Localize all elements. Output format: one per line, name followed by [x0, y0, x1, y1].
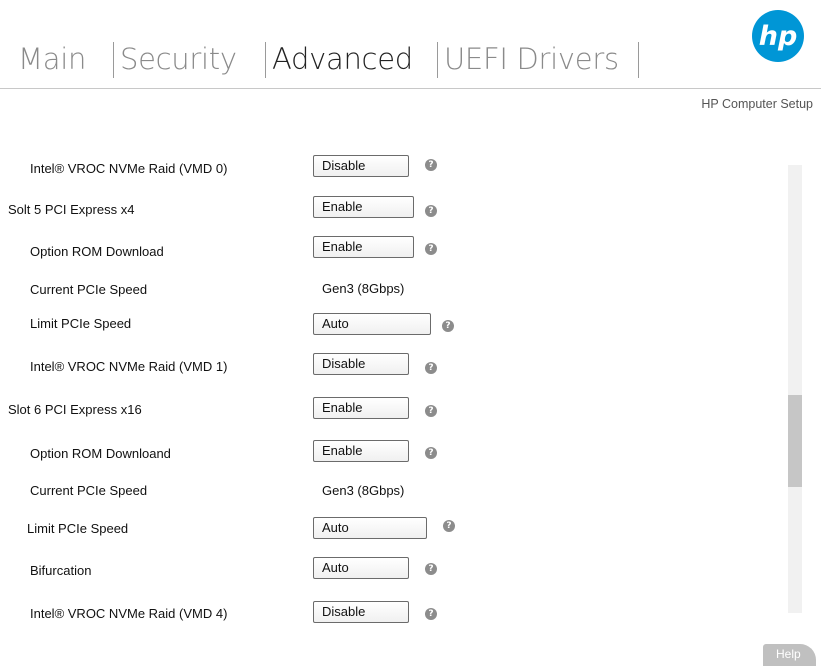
question-mark-icon[interactable]: ? — [425, 159, 437, 171]
hp-logo-icon: hp — [752, 10, 804, 62]
question-mark-icon[interactable]: ? — [442, 320, 454, 332]
setting-label: Slot 6 PCI Express x16 — [8, 402, 142, 417]
app-title: HP Computer Setup — [701, 97, 813, 111]
setting-label: Bifurcation — [30, 563, 92, 578]
header-divider — [0, 88, 821, 89]
setting-label: Limit PCIe Speed — [27, 521, 129, 536]
question-mark-icon[interactable]: ? — [443, 520, 455, 532]
hp-logo-graphic: hp — [759, 21, 798, 52]
setting-dropdown[interactable]: Disable — [313, 155, 409, 177]
setting-label: Current PCIe Speed — [30, 483, 148, 498]
setting-dropdown[interactable]: Disable — [313, 353, 409, 375]
setting-label: Current PCIe Speed — [30, 282, 148, 297]
setting-label: Limit PCIe Speed — [30, 316, 132, 331]
setting-value: Gen3 (8Gbps) — [322, 281, 405, 296]
setting-label: Solt 5 PCI Express x4 — [8, 202, 135, 217]
question-mark-icon[interactable]: ? — [425, 205, 437, 217]
question-mark-icon[interactable]: ? — [425, 362, 437, 374]
setting-dropdown[interactable]: Auto — [313, 557, 409, 579]
scrollbar-track[interactable] — [788, 165, 802, 613]
tab-divider — [638, 42, 639, 78]
tab-security[interactable]: Security — [120, 42, 237, 76]
setting-dropdown[interactable]: Disable — [313, 601, 409, 623]
setting-label: Intel® VROC NVMe Raid (VMD 0) — [30, 161, 228, 176]
tab-main[interactable]: Main — [18, 42, 86, 76]
setting-dropdown[interactable]: Enable — [313, 196, 414, 218]
top-tab-bar: Main Security Advanced UEFI Drivers — [0, 0, 821, 90]
setting-dropdown[interactable]: Auto — [313, 313, 431, 335]
setting-dropdown[interactable]: Enable — [313, 440, 409, 462]
help-button[interactable]: Help — [763, 644, 816, 666]
question-mark-icon[interactable]: ? — [425, 243, 437, 255]
tab-advanced[interactable]: Advanced — [272, 42, 413, 76]
setting-label: Intel® VROC NVMe Raid (VMD 1) — [30, 359, 228, 374]
setting-value: Gen3 (8Gbps) — [322, 483, 405, 498]
setting-dropdown[interactable]: Enable — [313, 236, 414, 258]
setting-dropdown[interactable]: Auto — [313, 517, 427, 539]
tab-uefi-drivers[interactable]: UEFI Drivers — [444, 42, 619, 76]
tab-divider — [437, 42, 438, 78]
setting-label: Option ROM Download — [30, 244, 164, 259]
hp-logo-text: hp — [759, 21, 798, 52]
setting-label: Option ROM Downloand — [30, 446, 171, 461]
tab-divider — [113, 42, 114, 78]
question-mark-icon[interactable]: ? — [425, 563, 437, 575]
tab-divider — [265, 42, 266, 78]
setting-dropdown[interactable]: Enable — [313, 397, 409, 419]
question-mark-icon[interactable]: ? — [425, 447, 437, 459]
question-mark-icon[interactable]: ? — [425, 608, 437, 620]
scrollbar-thumb[interactable] — [788, 395, 802, 487]
setting-label: Intel® VROC NVMe Raid (VMD 4) — [30, 606, 228, 621]
question-mark-icon[interactable]: ? — [425, 405, 437, 417]
